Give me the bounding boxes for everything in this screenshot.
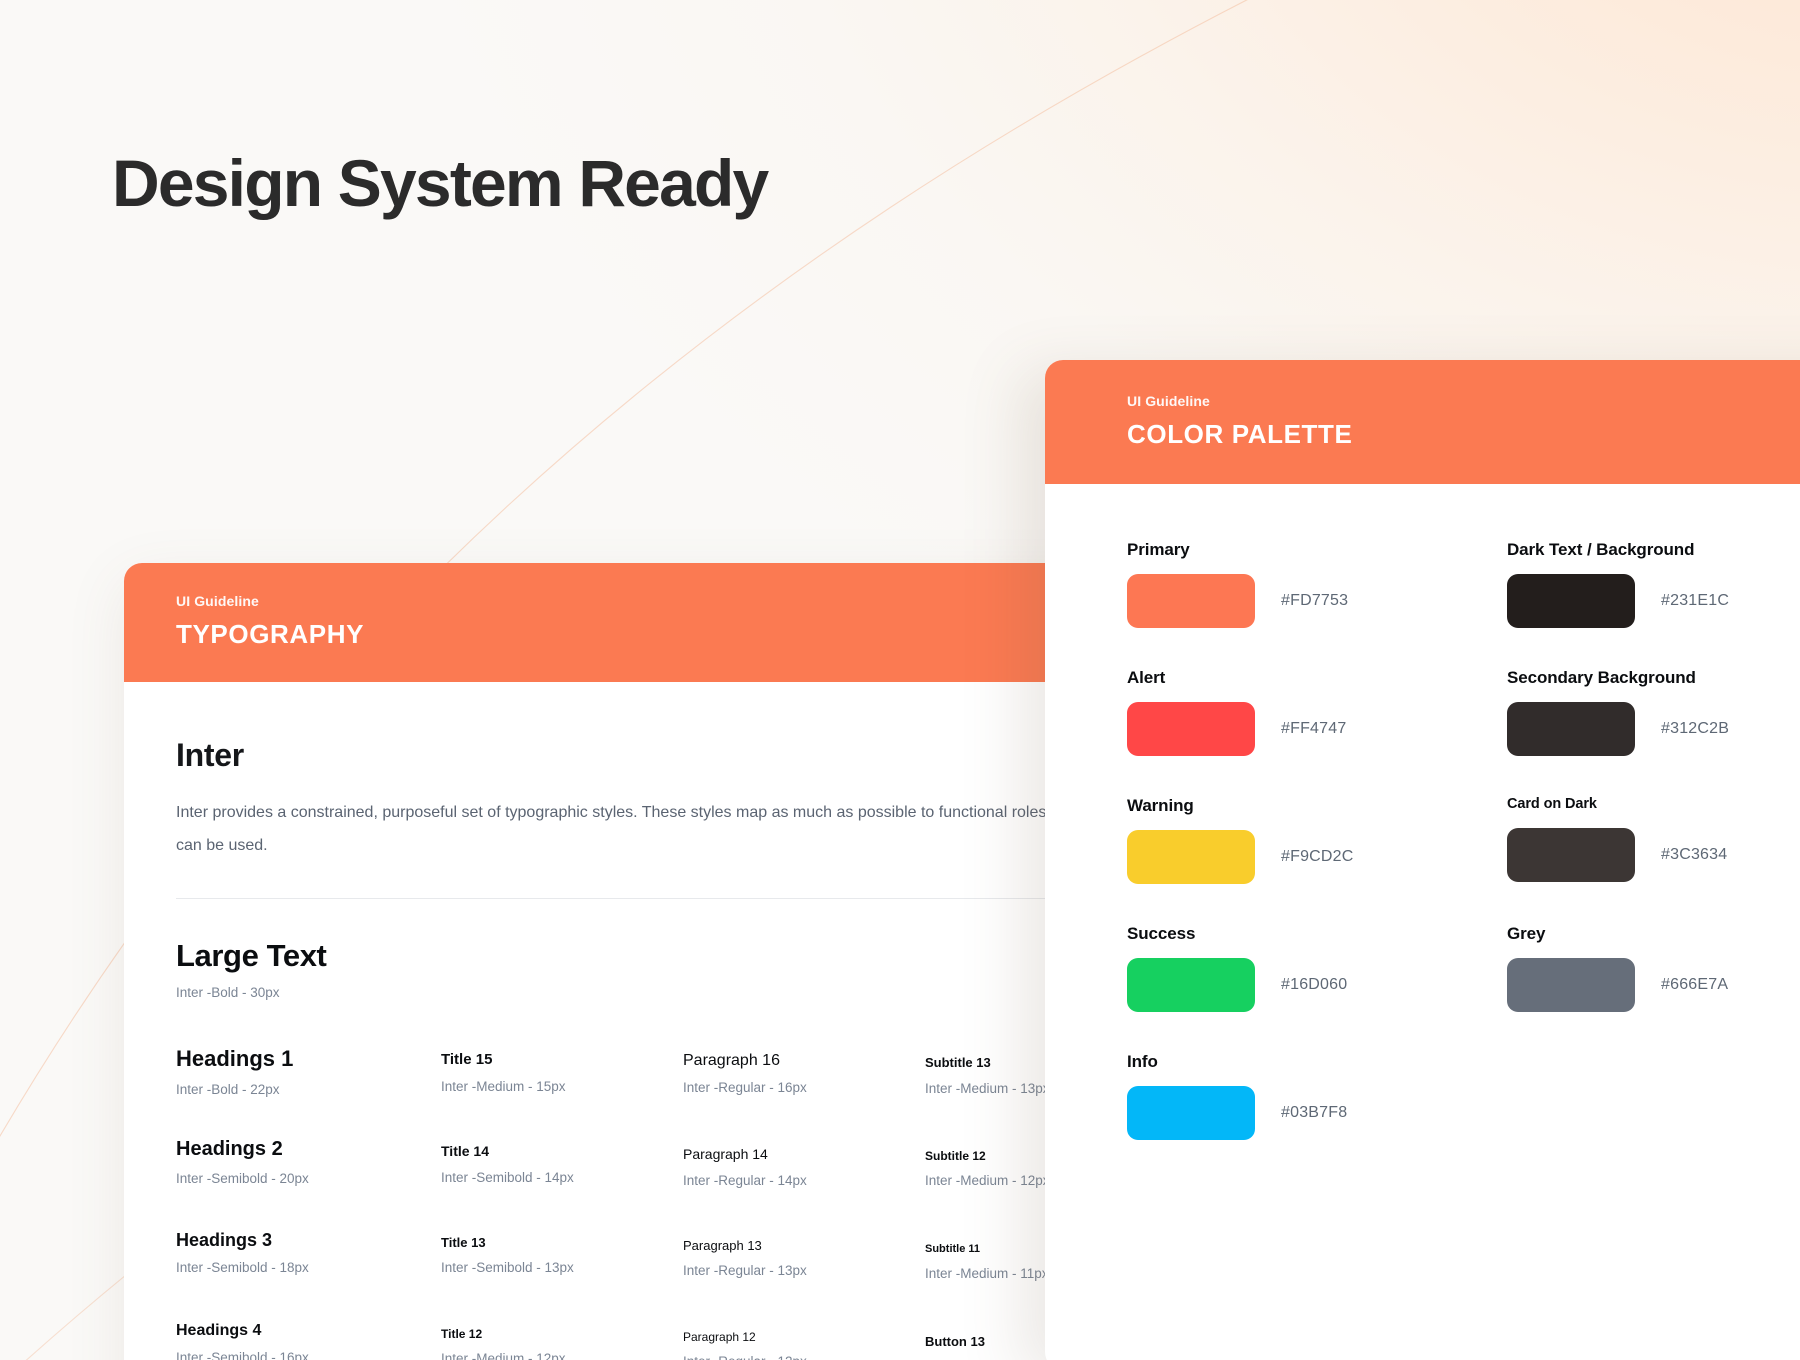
- type-sample-headings-4: Headings 4 Inter -Semibold - 16px: [176, 1321, 441, 1360]
- type-sample-meta: Inter -Medium - 12px: [441, 1351, 566, 1360]
- type-sample-paragraph-13: Paragraph 13 Inter -Regular - 13px: [683, 1229, 925, 1282]
- swatch-chip[interactable]: [1127, 702, 1255, 756]
- type-sample-name: Headings 4: [176, 1322, 262, 1340]
- type-sample-name: Headings 1: [176, 1046, 294, 1072]
- swatch-hex-value: #666E7A: [1661, 976, 1729, 993]
- swatch-row: #FD7753: [1127, 574, 1507, 628]
- swatch-chip[interactable]: [1507, 828, 1635, 882]
- type-sample-name: Paragraph 16: [683, 1052, 780, 1070]
- swatch-hex-value: #FF4747: [1281, 720, 1347, 737]
- type-sample-meta: Inter -Regular - 14px: [683, 1172, 807, 1188]
- type-sample-meta: Inter -Semibold - 16px: [176, 1350, 309, 1360]
- swatch-group-info[interactable]: Info #03B7F8: [1127, 1052, 1507, 1140]
- type-sample-name: Paragraph 13: [683, 1237, 762, 1253]
- swatch-hex-value: #16D060: [1281, 976, 1348, 993]
- type-sample-meta: Inter -Semibold - 18px: [176, 1260, 309, 1276]
- type-sample-name: Paragraph 14: [683, 1146, 768, 1163]
- swatch-group-warning[interactable]: Warning #F9CD2C: [1127, 796, 1507, 884]
- color-palette-card: UI Guideline COLOR PALETTE Primary #FD77…: [1045, 360, 1800, 1360]
- swatch-hex-value: #F9CD2C: [1281, 848, 1354, 865]
- swatch-row: #312C2B: [1507, 702, 1800, 756]
- swatch-label: Success: [1127, 924, 1196, 943]
- swatch-chip[interactable]: [1127, 1086, 1255, 1140]
- swatch-label: Info: [1127, 1052, 1158, 1071]
- type-sample-meta: Inter -Regular - 13px: [683, 1263, 807, 1279]
- swatch-chip[interactable]: [1127, 958, 1255, 1012]
- swatch-label: Card on Dark: [1507, 796, 1597, 812]
- swatch-hex-value: #03B7F8: [1281, 1104, 1348, 1121]
- swatch-label: Warning: [1127, 796, 1194, 815]
- swatch-hex-value: #231E1C: [1661, 592, 1730, 609]
- design-system-poster: Design System Ready UI Guideline TYPOGRA…: [0, 0, 1800, 1360]
- swatch-row: #3C3634: [1507, 828, 1800, 882]
- type-sample-name: Headings 3: [176, 1229, 273, 1250]
- type-sample-name: Title 15: [441, 1051, 493, 1069]
- type-sample-name: Headings 2: [176, 1138, 283, 1161]
- swatch-label: Dark Text / Background: [1507, 540, 1695, 559]
- type-sample-title-13: Title 13 Inter -Semibold - 13px: [441, 1229, 683, 1282]
- type-sample-title-12: Title 12 Inter -Medium - 12px: [441, 1321, 683, 1360]
- swatch-group-success[interactable]: Success #16D060: [1127, 924, 1507, 1012]
- swatch-chip[interactable]: [1507, 702, 1635, 756]
- swatch-label: Secondary Background: [1507, 668, 1696, 687]
- swatch-hex-value: #FD7753: [1281, 592, 1349, 609]
- swatch-group-primary[interactable]: Primary #FD7753: [1127, 540, 1507, 628]
- type-sample-name: Title 12: [441, 1327, 483, 1342]
- type-sample-meta: Inter -Semibold - 20px: [176, 1171, 309, 1187]
- swatch-label: Alert: [1127, 668, 1166, 687]
- type-sample-title-15: Title 15 Inter -Medium - 15px: [441, 1045, 683, 1098]
- type-sample-name: Title 14: [441, 1143, 489, 1160]
- type-sample-meta: Inter -Semibold - 13px: [441, 1260, 574, 1276]
- swatch-row: #F9CD2C: [1127, 830, 1507, 884]
- type-sample-paragraph-16: Paragraph 16 Inter -Regular - 16px: [683, 1045, 925, 1098]
- type-sample-name: Paragraph 12: [683, 1330, 756, 1345]
- swatch-label: Primary: [1127, 540, 1190, 559]
- swatch-hex-value: #3C3634: [1661, 846, 1728, 863]
- palette-card-eyebrow: UI Guideline: [1127, 393, 1210, 409]
- swatch-chip[interactable]: [1507, 958, 1635, 1012]
- swatch-hex-value: #312C2B: [1661, 720, 1730, 737]
- palette-card-title: COLOR PALETTE: [1127, 419, 1353, 449]
- page-title: Design System Ready: [112, 146, 769, 220]
- swatch-row: #FF4747: [1127, 702, 1507, 756]
- type-sample-headings-3: Headings 3 Inter -Semibold - 18px: [176, 1229, 441, 1282]
- swatch-chip[interactable]: [1127, 830, 1255, 884]
- type-sample-meta: Inter -Bold - 22px: [176, 1081, 280, 1097]
- swatch-row: #16D060: [1127, 958, 1507, 1012]
- type-sample-meta: Inter -Regular - 12px: [683, 1353, 925, 1360]
- type-sample-headings-2: Headings 2 Inter -Semibold - 20px: [176, 1137, 441, 1190]
- type-sample-paragraph-14: Paragraph 14 Inter -Regular - 14px: [683, 1137, 925, 1190]
- swatch-row: #666E7A: [1507, 958, 1800, 1012]
- palette-card-header: UI Guideline COLOR PALETTE: [1045, 360, 1800, 484]
- type-sample-meta: Inter -Regular - 16px: [683, 1080, 807, 1096]
- swatch-row: #231E1C: [1507, 574, 1800, 628]
- swatch-group-grey[interactable]: Grey #666E7A: [1507, 924, 1800, 1012]
- swatch-group-secondary-background[interactable]: Secondary Background #312C2B: [1507, 668, 1800, 756]
- swatch-group-alert[interactable]: Alert #FF4747: [1127, 668, 1507, 756]
- type-sample-title-14: Title 14 Inter -Semibold - 14px: [441, 1137, 683, 1190]
- palette-swatch-grid: Primary #FD7753 Dark Text / Background #…: [1045, 484, 1800, 1140]
- swatch-row: #03B7F8: [1127, 1086, 1507, 1140]
- type-sample-meta: Inter -Medium - 15px: [441, 1079, 566, 1095]
- type-sample-paragraph-12: Paragraph 12 Inter -Regular - 12px: [683, 1321, 925, 1360]
- swatch-chip[interactable]: [1507, 574, 1635, 628]
- type-sample-name: Title 13: [441, 1234, 486, 1250]
- swatch-label: Grey: [1507, 924, 1546, 943]
- swatch-group-card-on-dark[interactable]: Card on Dark #3C3634: [1507, 796, 1800, 884]
- swatch-group-dark-text-background[interactable]: Dark Text / Background #231E1C: [1507, 540, 1800, 628]
- type-sample-meta: Inter -Semibold - 14px: [441, 1169, 574, 1185]
- swatch-chip[interactable]: [1127, 574, 1255, 628]
- type-sample-headings-1: Headings 1 Inter -Bold - 22px: [176, 1045, 441, 1098]
